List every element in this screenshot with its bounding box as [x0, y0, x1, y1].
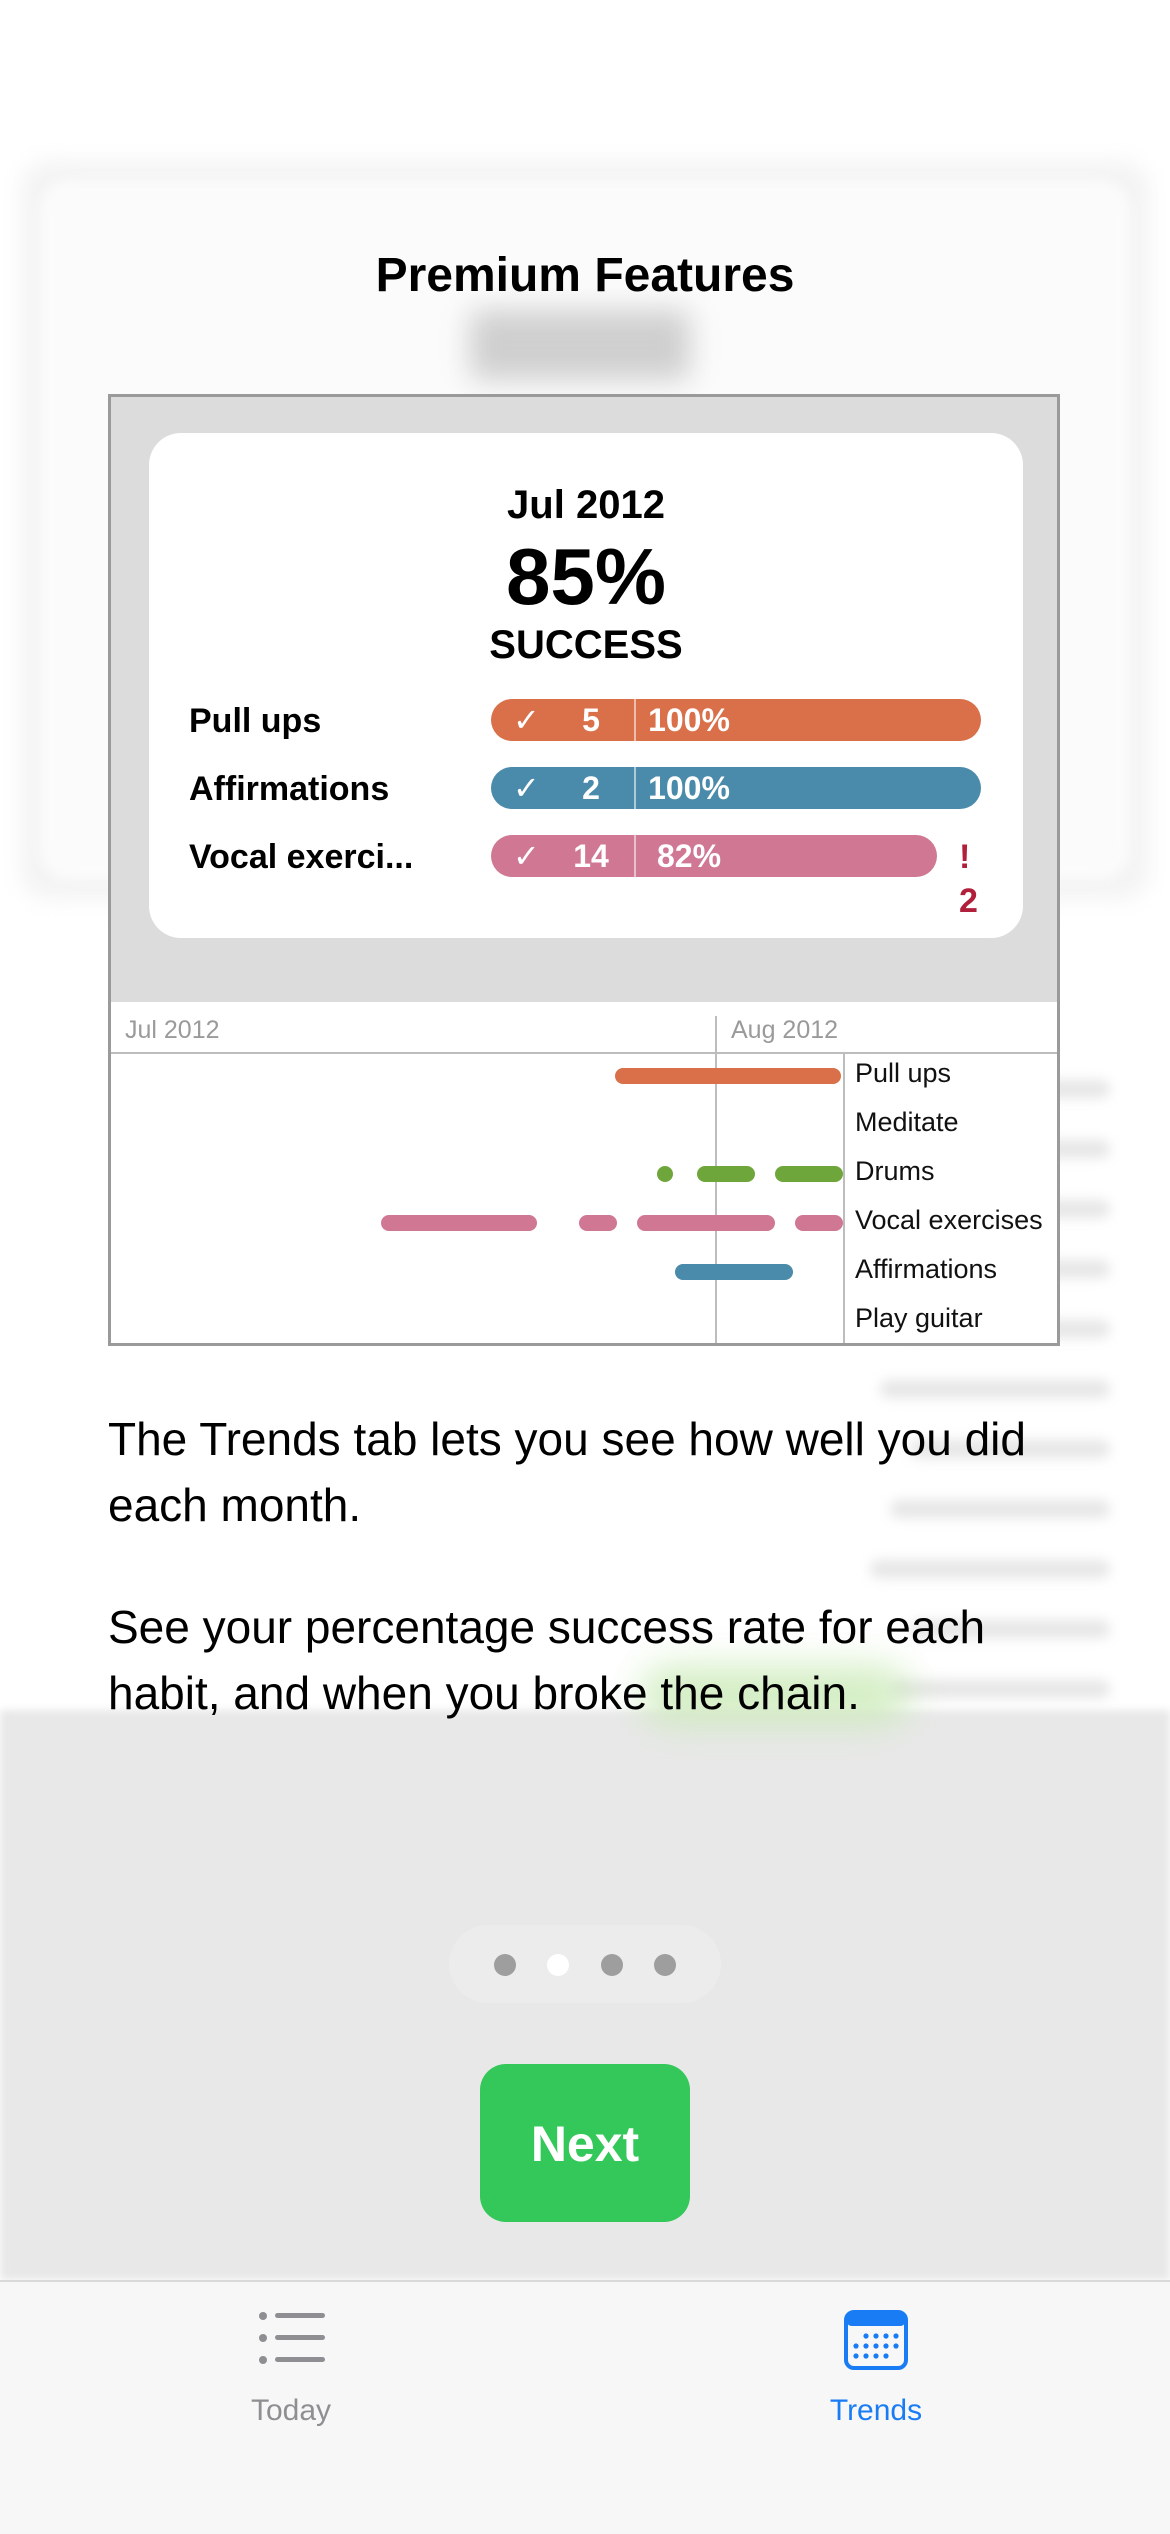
- timeline-month: Aug 2012: [731, 1016, 839, 1044]
- tab-label: Today: [250, 2394, 332, 2427]
- timeline-segment: [579, 1215, 617, 1231]
- timeline-segment: [637, 1215, 775, 1231]
- timeline-row-label: Play guitar: [855, 1303, 983, 1333]
- timeline-segment: [795, 1215, 843, 1231]
- promo-habit-row: Vocal exerci... ✓ 14 82% ! 2: [189, 835, 989, 920]
- background-percent-blur: [470, 310, 690, 380]
- promo-percent: 85%: [505, 532, 667, 621]
- timeline-segment: [775, 1166, 843, 1182]
- habit-count: 14: [573, 838, 609, 874]
- page-dot[interactable]: [601, 1954, 623, 1976]
- timeline-row-label: Vocal exercises: [855, 1205, 1043, 1235]
- bar-divider: [634, 835, 636, 877]
- page-dot[interactable]: [654, 1954, 676, 1976]
- habit-name: Pull ups: [189, 702, 322, 740]
- timeline-segment: [675, 1264, 793, 1280]
- bar-divider: [634, 767, 636, 809]
- description-paragraph: The Trends tab lets you see how well you…: [108, 1413, 1026, 1531]
- next-button[interactable]: Next: [480, 2064, 690, 2222]
- promo-habit-row: Pull ups ✓ 5 100%: [189, 699, 989, 743]
- calendar-icon: [844, 2310, 908, 2370]
- habit-name: Vocal exerci...: [189, 838, 414, 876]
- broken-chain-badge: ! 2: [959, 838, 978, 920]
- timeline-segment: [697, 1166, 755, 1182]
- page-dot-active[interactable]: [547, 1954, 569, 1976]
- habit-bar: ✓ 5 100%: [491, 699, 981, 741]
- tab-today[interactable]: Today: [91, 2282, 491, 2452]
- timeline-row-label: Affirmations: [855, 1254, 998, 1284]
- timeline-row-label: Meditate: [855, 1107, 959, 1137]
- promo-summary-card: Jul 2012 85% SUCCESS Pull ups ✓ 5 100% A…: [149, 433, 1023, 938]
- description-paragraph: See your percentage success rate for eac…: [108, 1601, 986, 1719]
- habit-percent: 100%: [648, 770, 730, 806]
- promo-habit-row: Affirmations ✓ 2 100%: [189, 767, 989, 811]
- promo-image: Jul 2012 85% SUCCESS Pull ups ✓ 5 100% A…: [108, 394, 1060, 1346]
- timeline-label-divider: [843, 1052, 845, 1343]
- timeline-segment: [381, 1215, 537, 1231]
- habit-name: Affirmations: [189, 770, 390, 808]
- habit-bar: ✓ 14 82%: [491, 835, 937, 877]
- habit-percent: 82%: [656, 838, 722, 874]
- promo-month: Jul 2012: [507, 483, 665, 527]
- checkmark-icon: ✓: [513, 838, 540, 874]
- modal-title: Premium Features: [375, 249, 795, 302]
- habit-count: 2: [582, 770, 600, 806]
- timeline-axis: [111, 1052, 1057, 1054]
- timeline-row-label: Pull ups: [855, 1058, 952, 1088]
- timeline-segment: [615, 1068, 841, 1084]
- background-line: [880, 1380, 1110, 1398]
- page-indicator[interactable]: [449, 1925, 721, 2003]
- tab-label: Trends: [829, 2394, 923, 2427]
- bar-divider: [634, 699, 636, 741]
- habit-bar: ✓ 2 100%: [491, 767, 981, 809]
- tab-trends[interactable]: Trends: [676, 2282, 1076, 2452]
- habit-percent: 100%: [648, 702, 730, 738]
- tab-bar: Today Trends: [0, 2280, 1170, 2534]
- timeline-segment: [657, 1166, 673, 1182]
- checkmark-icon: ✓: [513, 770, 540, 806]
- background-line: [870, 1560, 1110, 1578]
- habit-count: 5: [582, 702, 600, 738]
- promo-success-label: SUCCESS: [489, 623, 683, 667]
- promo-timeline: Jul 2012 Aug 2012 Pull ups Meditate Drum…: [111, 1002, 1057, 1343]
- timeline-month: Jul 2012: [125, 1016, 220, 1044]
- list-icon: [259, 2312, 325, 2364]
- checkmark-icon: ✓: [513, 702, 540, 738]
- timeline-row-label: Drums: [855, 1156, 935, 1186]
- page-dot[interactable]: [494, 1954, 516, 1976]
